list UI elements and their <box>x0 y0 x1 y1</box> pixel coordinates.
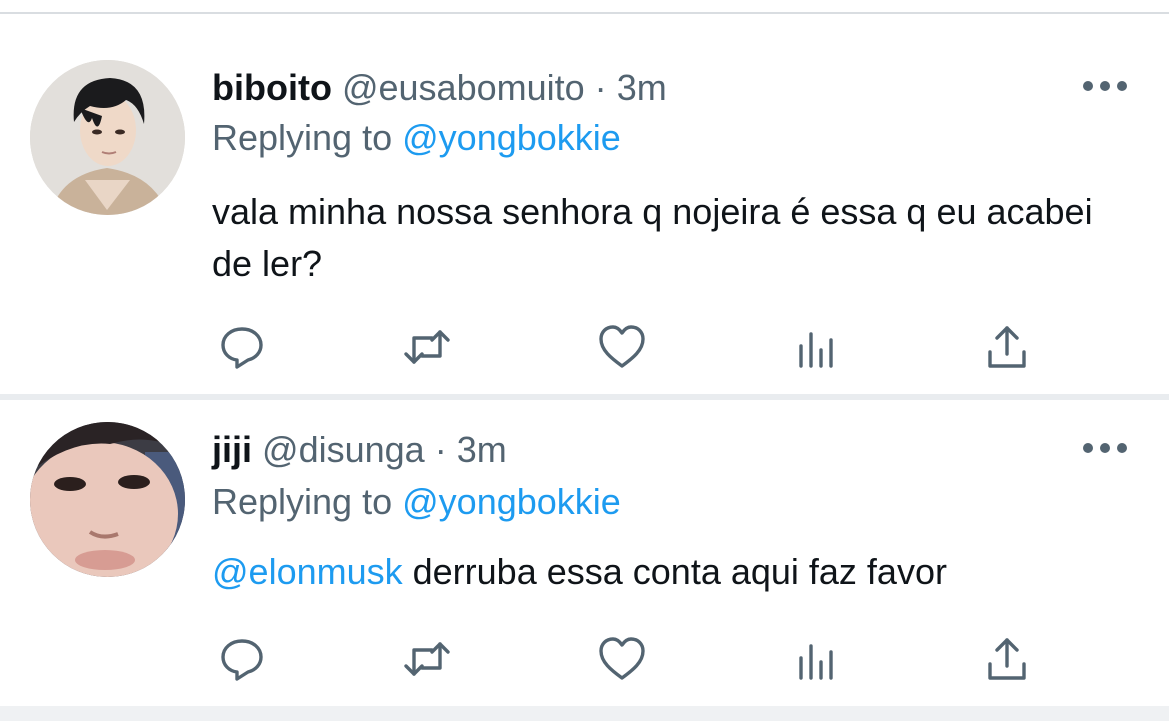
more-options-icon[interactable] <box>1083 76 1127 96</box>
tweet-header: biboito @eusabomuito · 3m <box>212 66 667 110</box>
tweet-text: @elonmusk derruba essa conta aqui faz fa… <box>212 546 1112 598</box>
user-handle[interactable]: @disunga <box>262 429 425 470</box>
replying-to: Replying to @yongbokkie <box>212 116 621 160</box>
separator-dot: · <box>434 429 447 470</box>
tweet-text-content: derruba essa conta aqui faz favor <box>412 551 947 592</box>
retweet-icon[interactable] <box>402 634 452 684</box>
replying-to-mention[interactable]: @yongbokkie <box>402 117 621 158</box>
like-icon[interactable] <box>597 634 647 684</box>
replying-to: Replying to @yongbokkie <box>212 480 621 524</box>
display-name[interactable]: jiji <box>212 429 252 470</box>
replying-to-label: Replying to <box>212 481 393 522</box>
analytics-icon[interactable] <box>792 322 842 372</box>
display-name[interactable]: biboito <box>212 67 332 108</box>
avatar[interactable] <box>30 422 185 577</box>
avatar[interactable] <box>30 60 185 215</box>
replying-to-label: Replying to <box>212 117 393 158</box>
bottom-divider <box>0 706 1169 721</box>
more-options-icon[interactable] <box>1083 438 1127 458</box>
action-bar <box>212 634 1042 684</box>
share-icon[interactable] <box>982 634 1032 684</box>
tweet-text-content: vala minha nossa senhora q nojeira é ess… <box>212 191 1093 284</box>
action-bar <box>212 322 1042 372</box>
like-icon[interactable] <box>597 322 647 372</box>
share-icon[interactable] <box>982 322 1032 372</box>
timestamp[interactable]: 3m <box>617 67 667 108</box>
timestamp[interactable]: 3m <box>457 429 507 470</box>
retweet-icon[interactable] <box>402 322 452 372</box>
replying-to-mention[interactable]: @yongbokkie <box>402 481 621 522</box>
reply-icon[interactable] <box>217 634 267 684</box>
text-mention[interactable]: @elonmusk <box>212 551 403 592</box>
profile-photo-face-closeup-icon <box>30 422 185 577</box>
top-edge <box>0 0 1169 14</box>
reply-icon[interactable] <box>217 322 267 372</box>
profile-photo-dark-hair-icon <box>30 60 185 215</box>
user-handle[interactable]: @eusabomuito <box>342 67 585 108</box>
tweet-text: vala minha nossa senhora q nojeira é ess… <box>212 186 1112 290</box>
separator-dot: · <box>594 67 607 108</box>
analytics-icon[interactable] <box>792 634 842 684</box>
tweet-header: jiji @disunga · 3m <box>212 428 507 472</box>
